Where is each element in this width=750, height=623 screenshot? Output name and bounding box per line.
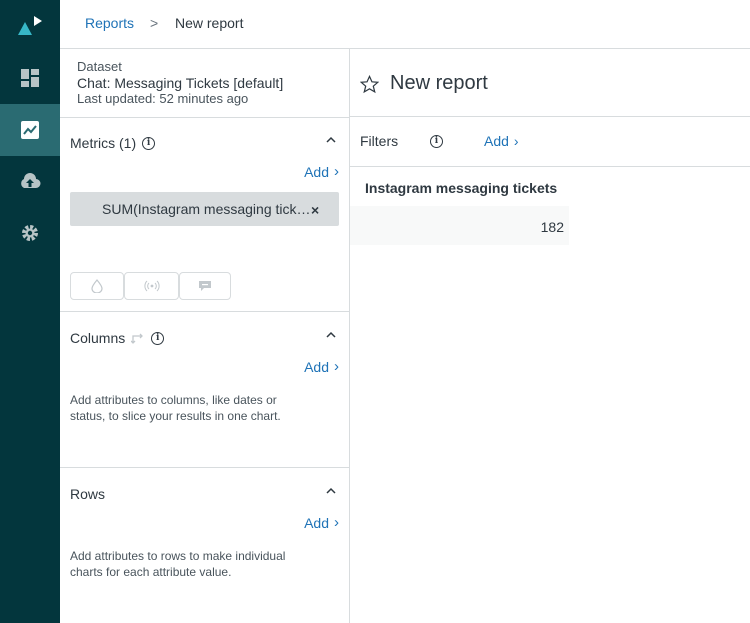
divider xyxy=(60,117,349,118)
remove-metric-icon[interactable]: × xyxy=(311,202,319,218)
chevron-right-icon: › xyxy=(334,514,339,531)
dataset-label: Dataset xyxy=(77,59,122,74)
logo-icon[interactable] xyxy=(16,13,44,37)
metric-label: SUM(Instagram messaging tickets) xyxy=(102,201,312,217)
broadcast-icon[interactable] xyxy=(124,272,179,300)
columns-section-title: Columns i xyxy=(70,330,165,346)
swap-icon[interactable] xyxy=(131,331,145,345)
breadcrumb-current: New report xyxy=(175,15,244,31)
filters-label: Filters xyxy=(360,133,399,149)
divider xyxy=(60,467,349,468)
star-icon[interactable] xyxy=(360,75,379,94)
left-nav xyxy=(0,0,60,623)
rows-help-text: Add attributes to rows to make individua… xyxy=(70,549,286,579)
rows-title: Rows xyxy=(70,486,106,502)
info-icon[interactable]: i xyxy=(151,331,165,345)
info-icon[interactable]: i xyxy=(430,135,443,148)
comment-icon[interactable] xyxy=(179,272,231,300)
columns-title: Columns xyxy=(70,330,126,346)
add-row-button[interactable]: Add › xyxy=(304,514,339,531)
dataset-info: Dataset Chat: Messaging Tickets [default… xyxy=(77,59,283,107)
add-column-label: Add xyxy=(304,358,329,375)
metrics-section-title: Metrics (1) i xyxy=(70,135,156,151)
rows-section-title: Rows xyxy=(70,486,105,502)
add-metric-label: Add xyxy=(304,163,329,180)
info-icon[interactable]: i xyxy=(142,136,156,150)
chevron-right-icon: › xyxy=(334,358,339,375)
chevron-right-icon: › xyxy=(513,133,519,149)
add-row-label: Add xyxy=(304,514,329,531)
chevron-right-icon: › xyxy=(334,163,339,180)
upload-icon[interactable] xyxy=(0,156,60,208)
breadcrumb: Reports > New report xyxy=(60,0,750,49)
add-filter-label: Add xyxy=(484,133,509,149)
dataset-name[interactable]: Chat: Messaging Tickets [default] xyxy=(77,75,283,91)
divider xyxy=(60,311,349,312)
columns-help-text: Add attributes to columns, like dates or… xyxy=(70,393,281,423)
collapse-icon[interactable] xyxy=(326,330,336,340)
dataset-updated: Last updated: 52 minutes ago xyxy=(77,91,249,106)
report-config-panel: Dataset Chat: Messaging Tickets [default… xyxy=(60,49,350,623)
filters-bar: Filters i Add › xyxy=(350,116,750,167)
add-metric-button[interactable]: Add › xyxy=(304,163,339,180)
report-area: New report Filters i Add › Instagram mes… xyxy=(350,49,750,623)
add-filter-button[interactable]: Add › xyxy=(484,133,519,149)
report-title[interactable]: New report xyxy=(390,72,488,95)
settings-icon[interactable] xyxy=(0,207,60,259)
drop-icon[interactable] xyxy=(70,272,124,300)
dashboard-icon[interactable] xyxy=(0,52,60,104)
reports-icon[interactable] xyxy=(0,104,60,156)
collapse-icon[interactable] xyxy=(326,486,336,496)
table-cell: 182 xyxy=(350,206,569,245)
table-header: Instagram messaging tickets xyxy=(365,180,558,196)
metrics-title: Metrics (1) xyxy=(70,135,137,151)
breadcrumb-separator: > xyxy=(150,15,159,31)
collapse-icon[interactable] xyxy=(326,135,336,145)
metric-pill[interactable]: SUM(Instagram messaging tickets) × xyxy=(70,192,339,226)
breadcrumb-reports-link[interactable]: Reports xyxy=(85,15,134,31)
add-column-button[interactable]: Add › xyxy=(304,358,339,375)
